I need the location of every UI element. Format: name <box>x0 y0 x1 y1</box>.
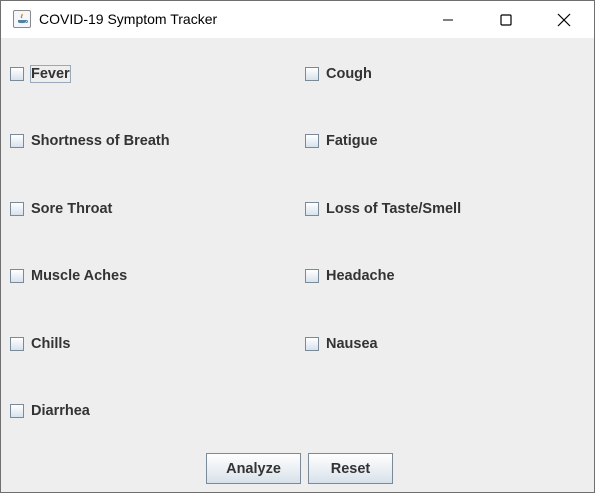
shortness-of-breath-checkbox[interactable]: Shortness of Breath <box>10 131 171 151</box>
loss-of-taste-smell-label: Loss of Taste/Smell <box>326 201 462 217</box>
checkbox-box[interactable] <box>305 134 319 148</box>
nausea-label: Nausea <box>326 336 378 352</box>
sore-throat-label: Sore Throat <box>31 201 113 217</box>
title-bar[interactable]: COVID-19 Symptom Tracker <box>1 1 594 38</box>
checkbox-box[interactable] <box>10 134 24 148</box>
java-icon <box>13 10 31 28</box>
checkbox-box[interactable] <box>305 337 319 351</box>
symptom-panel: Fever Shortness of Breath Sore Throat Mu… <box>1 38 594 492</box>
checkbox-box[interactable] <box>305 67 319 81</box>
window-title: COVID-19 Symptom Tracker <box>39 11 218 27</box>
nausea-checkbox[interactable]: Nausea <box>305 334 379 354</box>
fatigue-checkbox[interactable]: Fatigue <box>305 131 379 151</box>
fever-checkbox[interactable]: Fever <box>10 64 71 84</box>
fever-label: Fever <box>30 65 71 83</box>
checkbox-box[interactable] <box>10 269 24 283</box>
chills-label: Chills <box>31 336 71 352</box>
cough-label: Cough <box>326 66 372 82</box>
minimize-icon <box>443 19 453 20</box>
close-button[interactable] <box>535 1 593 38</box>
analyze-button[interactable]: Analyze <box>206 453 301 484</box>
diarrhea-checkbox[interactable]: Diarrhea <box>10 401 91 421</box>
loss-of-taste-smell-checkbox[interactable]: Loss of Taste/Smell <box>305 199 462 219</box>
checkbox-box[interactable] <box>10 67 24 81</box>
headache-checkbox[interactable]: Headache <box>305 266 396 286</box>
reset-button[interactable]: Reset <box>308 453 393 484</box>
app-window: COVID-19 Symptom Tracker Fever Shortness… <box>0 0 595 493</box>
sore-throat-checkbox[interactable]: Sore Throat <box>10 199 113 219</box>
shortness-of-breath-label: Shortness of Breath <box>31 133 170 149</box>
maximize-button[interactable] <box>477 1 535 38</box>
checkbox-box[interactable] <box>10 404 24 418</box>
headache-label: Headache <box>326 268 395 284</box>
cough-checkbox[interactable]: Cough <box>305 64 373 84</box>
chills-checkbox[interactable]: Chills <box>10 334 71 354</box>
checkbox-box[interactable] <box>305 202 319 216</box>
muscle-aches-checkbox[interactable]: Muscle Aches <box>10 266 128 286</box>
close-icon <box>557 13 571 26</box>
checkbox-box[interactable] <box>305 269 319 283</box>
fatigue-label: Fatigue <box>326 133 378 149</box>
minimize-button[interactable] <box>419 1 477 38</box>
checkbox-box[interactable] <box>10 202 24 216</box>
muscle-aches-label: Muscle Aches <box>31 268 128 284</box>
diarrhea-label: Diarrhea <box>31 403 90 419</box>
maximize-icon <box>500 13 512 26</box>
checkbox-box[interactable] <box>10 337 24 351</box>
